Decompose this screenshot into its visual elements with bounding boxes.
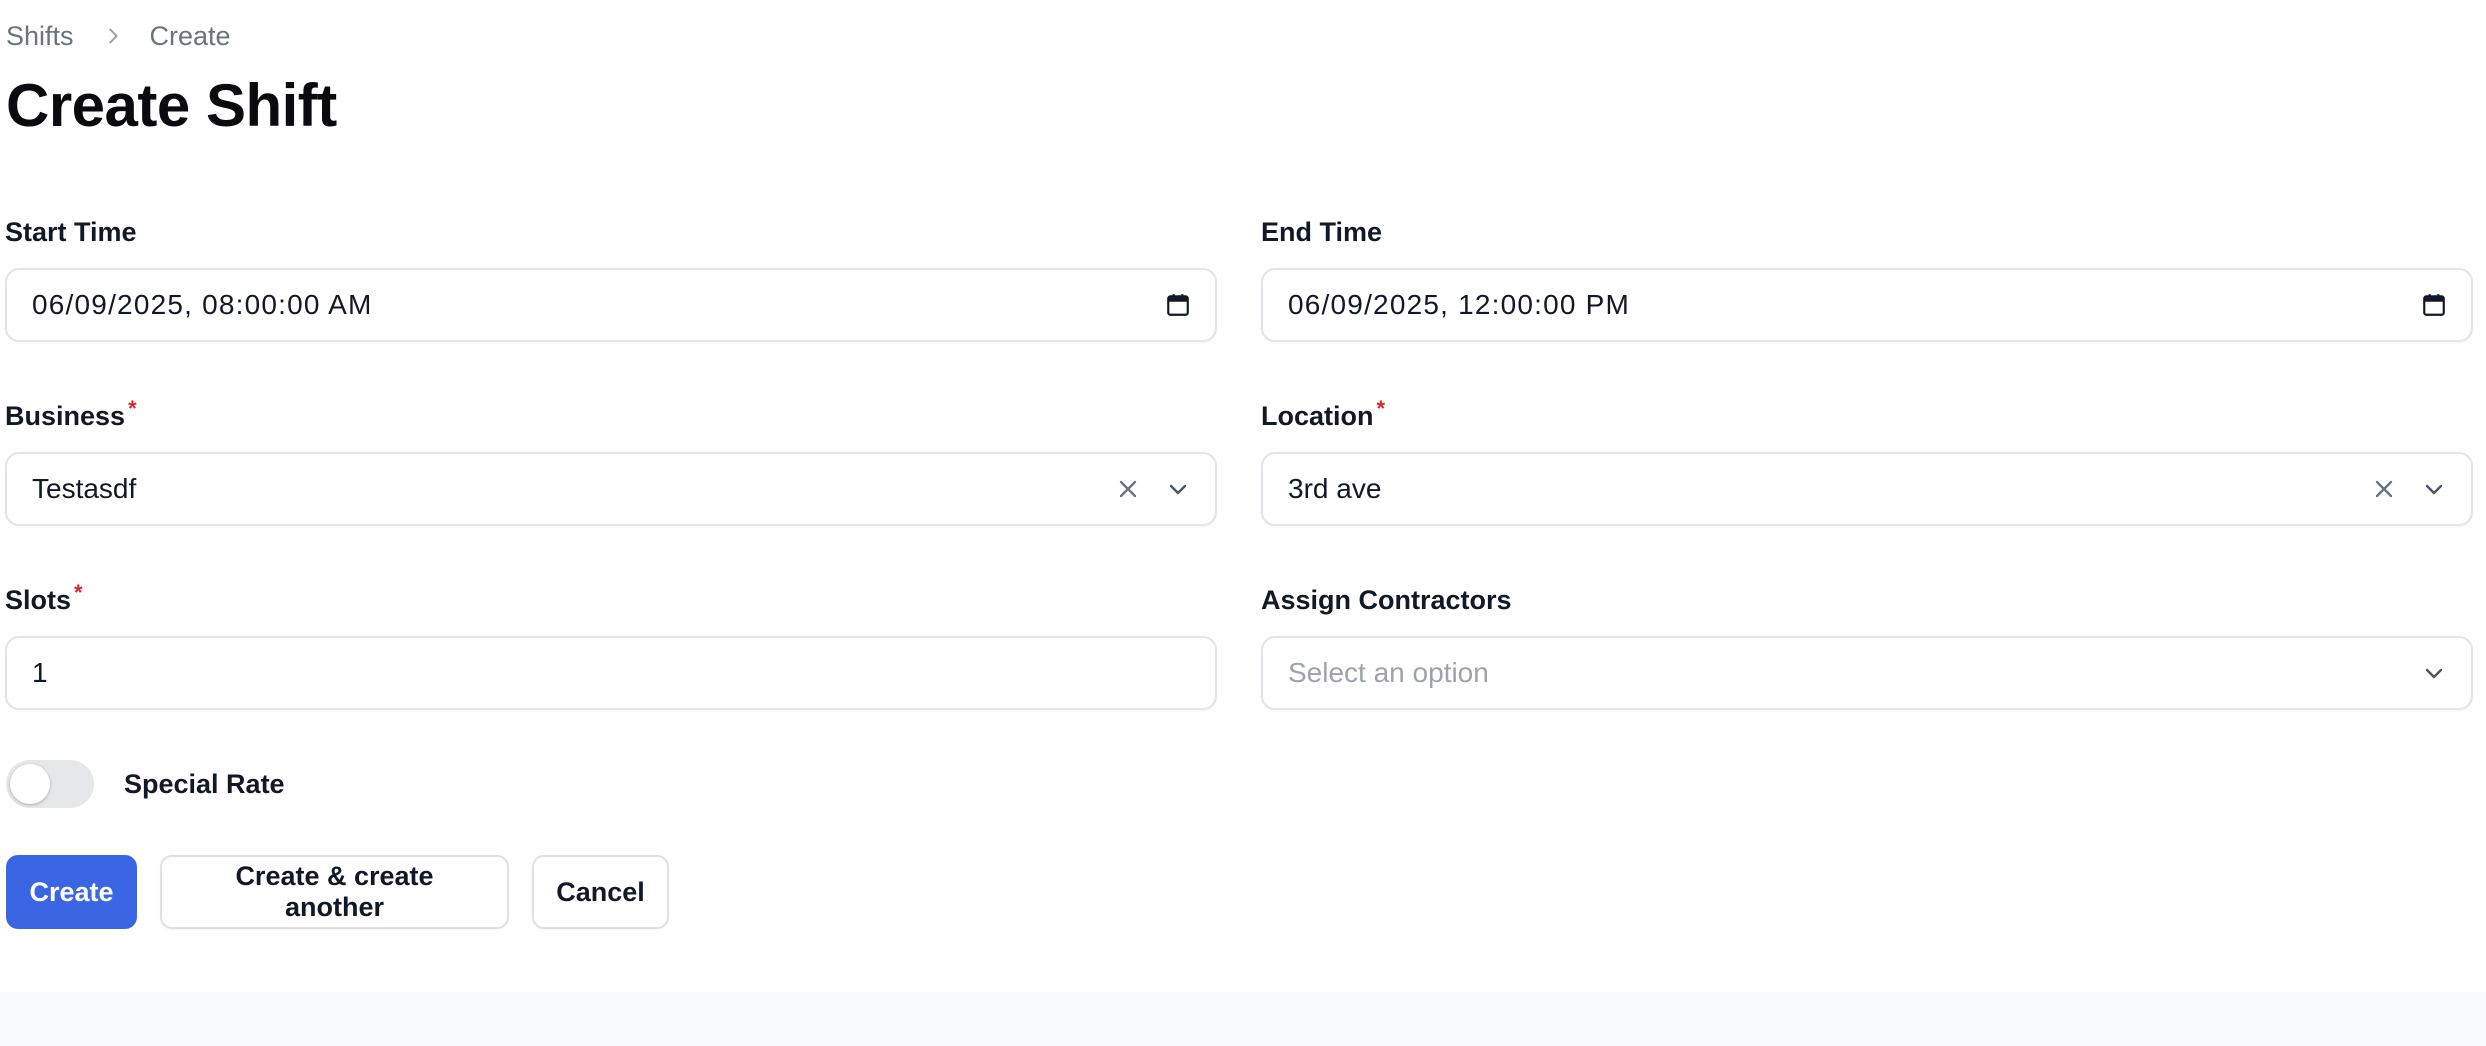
business-value: Testasdf [32, 473, 137, 504]
form-actions: Create Create & create another Cancel [6, 855, 669, 929]
start-time-input[interactable]: 06/09/2025, 08:00:00 AM [5, 268, 1217, 342]
location-field: Location * 3rd ave [1261, 396, 2473, 526]
start-time-value: 06/09/2025, 08:00:00 AM [32, 289, 373, 320]
end-time-field: End Time 06/09/2025, 12:00:00 PM [1261, 214, 2473, 342]
special-rate-label: Special Rate [124, 768, 285, 799]
required-marker: * [128, 396, 137, 421]
assign-contractors-field: Assign Contractors Select an option [1261, 582, 2473, 710]
location-value: 3rd ave [1288, 473, 1382, 504]
chevron-right-icon [102, 25, 124, 47]
cancel-button[interactable]: Cancel [532, 855, 669, 929]
required-marker: * [74, 580, 83, 605]
breadcrumb-item-shifts[interactable]: Shifts [6, 21, 74, 52]
business-label: Business * [5, 396, 137, 432]
page-footer [0, 992, 2486, 1046]
assign-contractors-label: Assign Contractors [1261, 585, 1512, 615]
end-time-input[interactable]: 06/09/2025, 12:00:00 PM [1261, 268, 2473, 342]
calendar-icon[interactable] [1163, 290, 1193, 320]
business-field: Business * Testasdf [5, 396, 1217, 526]
special-rate-row: Special Rate [6, 760, 285, 808]
required-marker: * [1376, 396, 1386, 421]
page-title: Create Shift [6, 72, 337, 139]
calendar-icon[interactable] [2419, 290, 2449, 320]
toggle-knob [10, 764, 50, 804]
chevron-down-icon[interactable] [2419, 658, 2449, 688]
assign-contractors-select[interactable]: Select an option [1261, 636, 2473, 710]
breadcrumb: Shifts Create [6, 18, 231, 54]
slots-value: 1 [32, 657, 48, 688]
create-another-button[interactable]: Create & create another [160, 855, 509, 929]
create-shift-page: Shifts Create Create Shift Start Time 06… [0, 0, 2486, 1046]
create-button[interactable]: Create [6, 855, 137, 929]
start-time-field: Start Time 06/09/2025, 08:00:00 AM [5, 214, 1217, 342]
assign-contractors-placeholder: Select an option [1288, 657, 1489, 688]
slots-field: Slots * 1 [5, 580, 1217, 710]
close-icon[interactable] [2369, 474, 2399, 504]
close-icon[interactable] [1113, 474, 1143, 504]
location-label: Location * [1261, 396, 1386, 432]
chevron-down-icon[interactable] [2419, 474, 2449, 504]
breadcrumb-item-create: Create [149, 20, 231, 51]
start-time-label: Start Time [5, 217, 137, 247]
slots-input[interactable]: 1 [5, 636, 1217, 710]
end-time-label: End Time [1261, 217, 1383, 247]
special-rate-toggle[interactable] [6, 760, 94, 808]
business-select[interactable]: Testasdf [5, 452, 1217, 526]
slots-label: Slots * [5, 580, 83, 616]
location-select[interactable]: 3rd ave [1261, 452, 2473, 526]
end-time-value: 06/09/2025, 12:00:00 PM [1288, 289, 1631, 320]
chevron-down-icon[interactable] [1163, 474, 1193, 504]
